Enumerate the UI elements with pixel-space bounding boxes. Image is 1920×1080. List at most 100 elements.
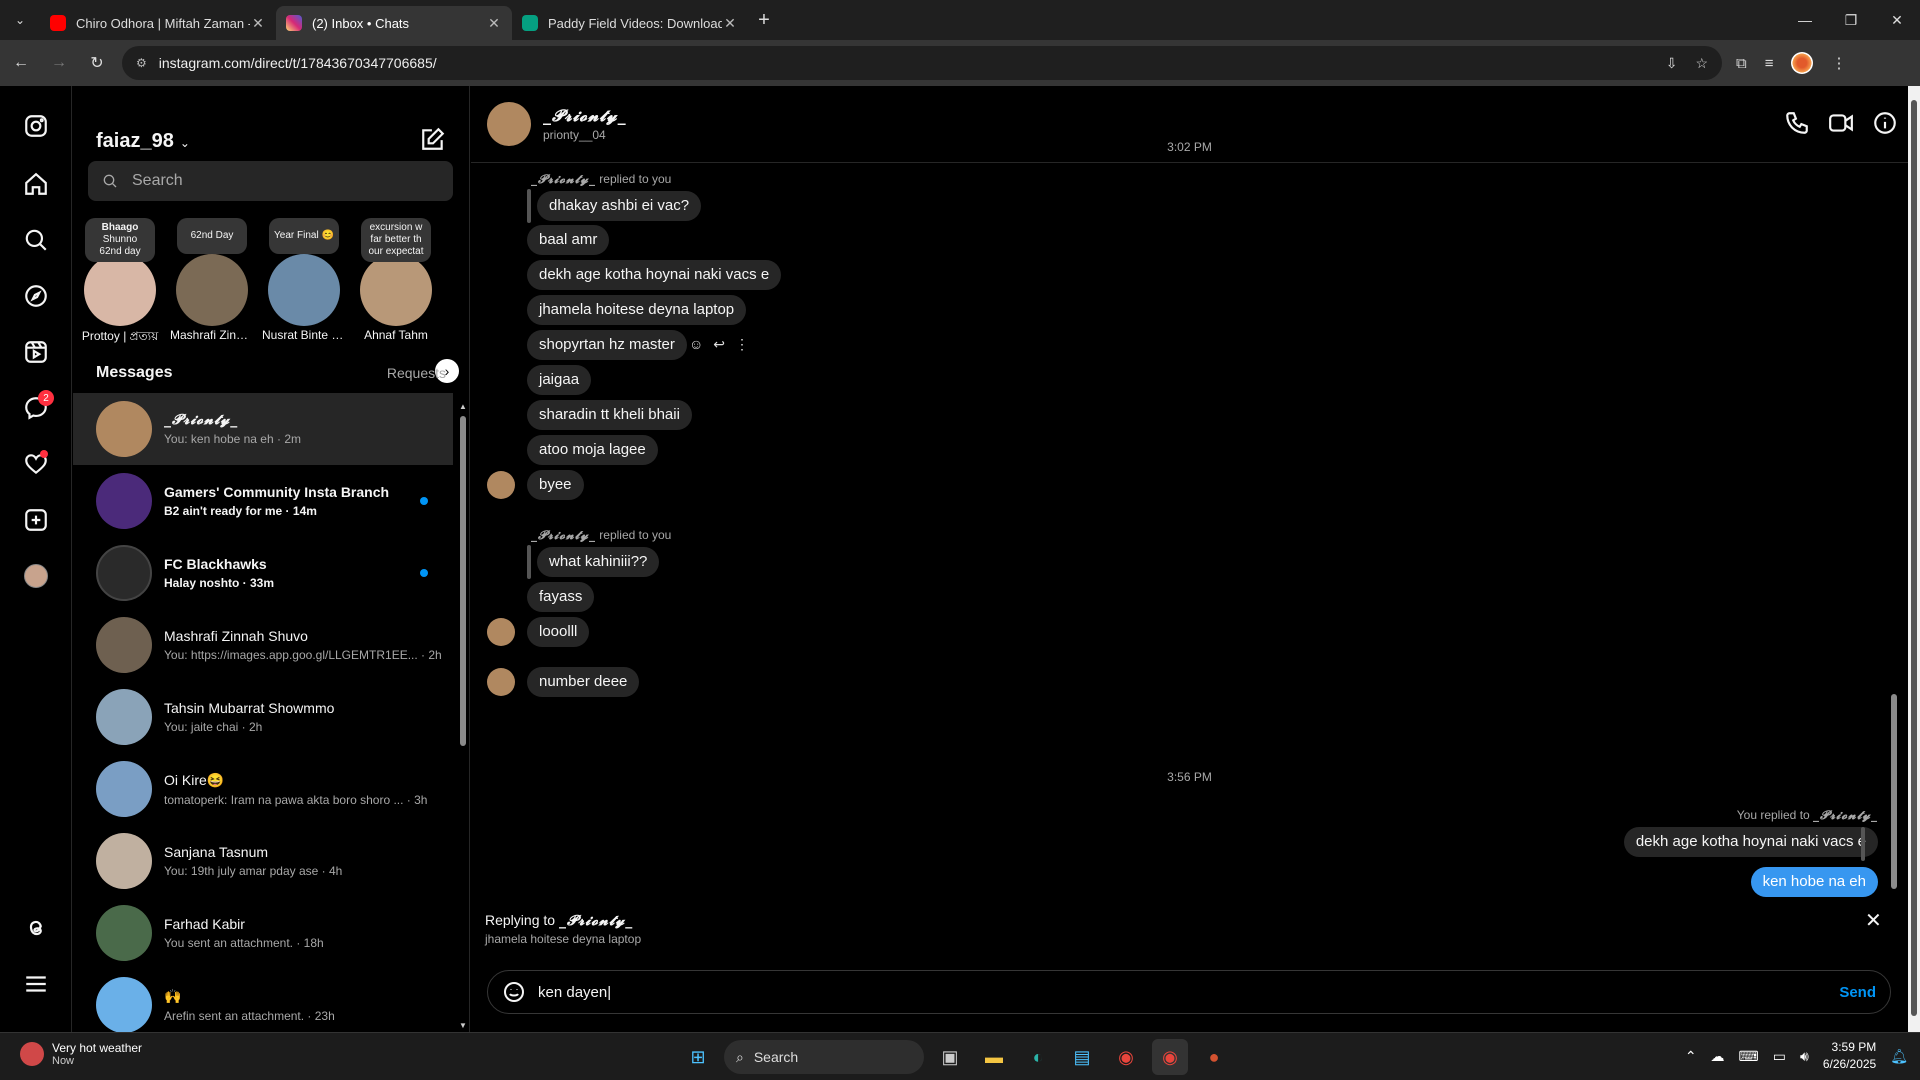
conversation-item[interactable]: Mashrafi Zinnah Shuvo You: https://images… — [73, 609, 453, 681]
file-explorer-icon[interactable]: ▬ — [976, 1039, 1012, 1075]
message-bubble[interactable]: dekh age kotha hoynai naki vacs e — [527, 260, 782, 290]
close-tab-icon[interactable]: ✕ — [722, 15, 738, 32]
message-bubble[interactable]: sharadin tt kheli bhaii — [527, 400, 692, 430]
conversation-item[interactable]: Sanjana Tasnum You: 19th july amar pday a… — [73, 825, 453, 897]
quoted-message[interactable]: dhakay ashbi ei vac? — [537, 191, 702, 221]
send-button[interactable]: Send — [1839, 984, 1876, 1001]
scroll-thumb[interactable] — [1911, 100, 1917, 1016]
search-input[interactable]: Search — [88, 161, 453, 201]
react-emoji-icon[interactable]: ☺ — [689, 336, 703, 353]
close-icon[interactable]: ✕ — [1865, 908, 1882, 933]
chrome-icon[interactable]: ◉ — [1108, 1039, 1144, 1075]
video-call-icon[interactable] — [1828, 110, 1854, 136]
instagram-logo-icon[interactable] — [18, 108, 54, 144]
new-message-button[interactable] — [420, 126, 446, 157]
more-options-icon[interactable]: ⋮ — [735, 336, 749, 353]
search-icon[interactable] — [18, 222, 54, 258]
scroll-down-arrow-icon[interactable]: ▼ — [459, 1021, 467, 1030]
profile-avatar — [24, 564, 48, 588]
create-post-icon[interactable] — [18, 502, 54, 538]
close-tab-icon[interactable]: ✕ — [486, 15, 502, 32]
message-bubble[interactable]: number deee — [527, 667, 640, 697]
profile-nav[interactable] — [18, 558, 54, 594]
onedrive-icon[interactable]: ☁ — [1711, 1048, 1725, 1065]
close-window-button[interactable]: ✕ — [1874, 0, 1920, 40]
message-bubble[interactable]: byee — [527, 470, 584, 500]
network-icon[interactable]: ▭ — [1773, 1048, 1786, 1065]
scroll-thumb[interactable] — [460, 416, 466, 746]
install-app-icon[interactable]: ⇩ — [1666, 55, 1678, 72]
notification-bell-icon[interactable]: 🔔︎ — [1890, 1048, 1908, 1065]
browser-menu-icon[interactable]: ⋮ — [1831, 54, 1846, 72]
conversation-item[interactable]: _𝓟𝓻𝓲𝓸𝓷𝓽𝔂_ You: ken hobe na eh · 2m — [73, 393, 453, 465]
threads-icon[interactable] — [18, 910, 54, 946]
volume-icon[interactable]: 🔊︎ — [1800, 1048, 1809, 1065]
scroll-thumb[interactable] — [1891, 694, 1897, 889]
account-switcher[interactable]: faiaz_98 ⌄ — [96, 130, 190, 153]
explore-compass-icon[interactable] — [18, 278, 54, 314]
minimize-button[interactable]: — — [1782, 0, 1828, 40]
message-bubble[interactable]: atoo moja lagee — [527, 435, 658, 465]
clock[interactable]: 3:59 PM 6/26/2025 — [1823, 1039, 1876, 1073]
my-quoted-message[interactable]: dekh age kotha hoynai naki vacs e — [1623, 827, 1878, 857]
message-input[interactable]: ken dayen — [538, 984, 1839, 1001]
messenger-icon[interactable]: 2 — [18, 390, 54, 426]
conversation-item[interactable]: Farhad Kabir You sent an attachment. · 18… — [73, 897, 453, 969]
bookmark-star-icon[interactable]: ☆ — [1695, 55, 1708, 72]
phone-call-icon[interactable] — [1784, 110, 1810, 136]
restore-button[interactable]: ❐ — [1828, 0, 1874, 40]
media-control-icon[interactable]: ≡ — [1765, 55, 1774, 72]
new-tab-button[interactable]: + — [748, 9, 780, 32]
chat-title[interactable]: _𝓟𝓻𝓲𝓸𝓷𝓽𝔂_ — [543, 106, 627, 126]
chat-scrollbar[interactable] — [1889, 164, 1899, 899]
message-bubble[interactable]: fayass — [527, 582, 595, 612]
forward-button[interactable]: → — [42, 46, 76, 80]
conversation-item[interactable]: Oi Kire😆 tomatoperk: Iram na pawa akta bo… — [73, 753, 453, 825]
sidebar-scrollbar[interactable]: ▲ ▼ — [459, 402, 467, 1030]
requests-link[interactable]: Requests — [387, 365, 446, 381]
powerpoint-icon[interactable]: ● — [1196, 1039, 1232, 1075]
site-info-icon[interactable]: ⚙ — [136, 56, 147, 70]
chrome-active-icon[interactable]: ◉ — [1152, 1039, 1188, 1075]
profile-avatar[interactable] — [1791, 52, 1814, 74]
conversation-item[interactable]: Tahsin Mubarrat Showmmo You: jaite chai ·… — [73, 681, 453, 753]
browser-tab-3[interactable]: Paddy Field Videos: Download ✕ — [512, 6, 748, 40]
address-bar[interactable]: ⚙ instagram.com/direct/t/178436703477066… — [122, 46, 1722, 80]
home-icon[interactable] — [18, 166, 54, 202]
browser-tab-2[interactable]: (2) Inbox • Chats ✕ — [276, 6, 512, 40]
task-view-icon[interactable]: ▣ — [932, 1039, 968, 1075]
quoted-message[interactable]: what kahiniii?? — [537, 547, 660, 577]
message-bubble[interactable]: shopyrtan hz master — [527, 330, 687, 360]
conversation-item[interactable]: Gamers' Community Insta Branch B2 ain't r… — [73, 465, 453, 537]
reply-icon[interactable]: ↩ — [713, 336, 725, 353]
store-icon[interactable]: ▤ — [1064, 1039, 1100, 1075]
reels-icon[interactable] — [18, 334, 54, 370]
info-icon[interactable] — [1872, 110, 1898, 136]
keyboard-icon[interactable]: ⌨ — [1739, 1048, 1759, 1065]
emoji-icon[interactable] — [502, 980, 526, 1004]
back-button[interactable]: ← — [4, 46, 38, 80]
conversation-item[interactable]: 🙌 Arefin sent an attachment. · 23h — [73, 969, 453, 1032]
browser-tab-1[interactable]: Chiro Odhora | Miftah Zaman - ✕ — [40, 6, 276, 40]
tab-search-menu-icon[interactable]: ⌄ — [0, 0, 40, 40]
search-label: Search — [753, 1049, 799, 1065]
message-bubble[interactable]: baal amr — [527, 225, 610, 255]
message-bubble[interactable]: looolll — [527, 617, 590, 647]
close-tab-icon[interactable]: ✕ — [250, 15, 266, 32]
more-menu-icon[interactable] — [18, 966, 54, 1002]
conversation-item[interactable]: FC Blackhawks Halay noshto · 33m — [73, 537, 453, 609]
start-windows-icon[interactable]: ⊞ — [680, 1039, 716, 1075]
my-message-bubble[interactable]: ken hobe na eh — [1750, 867, 1878, 897]
message-bubble[interactable]: jhamela hoitese deyna laptop — [527, 295, 747, 325]
page-scrollbar[interactable] — [1908, 86, 1920, 1032]
taskbar-search[interactable]: ⌕ Search — [724, 1040, 924, 1074]
heart-notifications-icon[interactable] — [18, 446, 54, 482]
reload-button[interactable]: ↻ — [80, 46, 114, 80]
extensions-icon[interactable]: ⧉ — [1736, 55, 1747, 72]
message-bubble[interactable]: jaigaa — [527, 365, 592, 395]
scroll-up-arrow-icon[interactable]: ▲ — [459, 402, 467, 411]
edge-icon[interactable]: ◐ — [1020, 1039, 1056, 1075]
chevron-up-icon[interactable]: ⌃ — [1685, 1048, 1697, 1065]
message-composer[interactable]: ken dayen Send — [487, 970, 1891, 1014]
weather-widget[interactable]: Very hot weather Now — [20, 1041, 142, 1067]
